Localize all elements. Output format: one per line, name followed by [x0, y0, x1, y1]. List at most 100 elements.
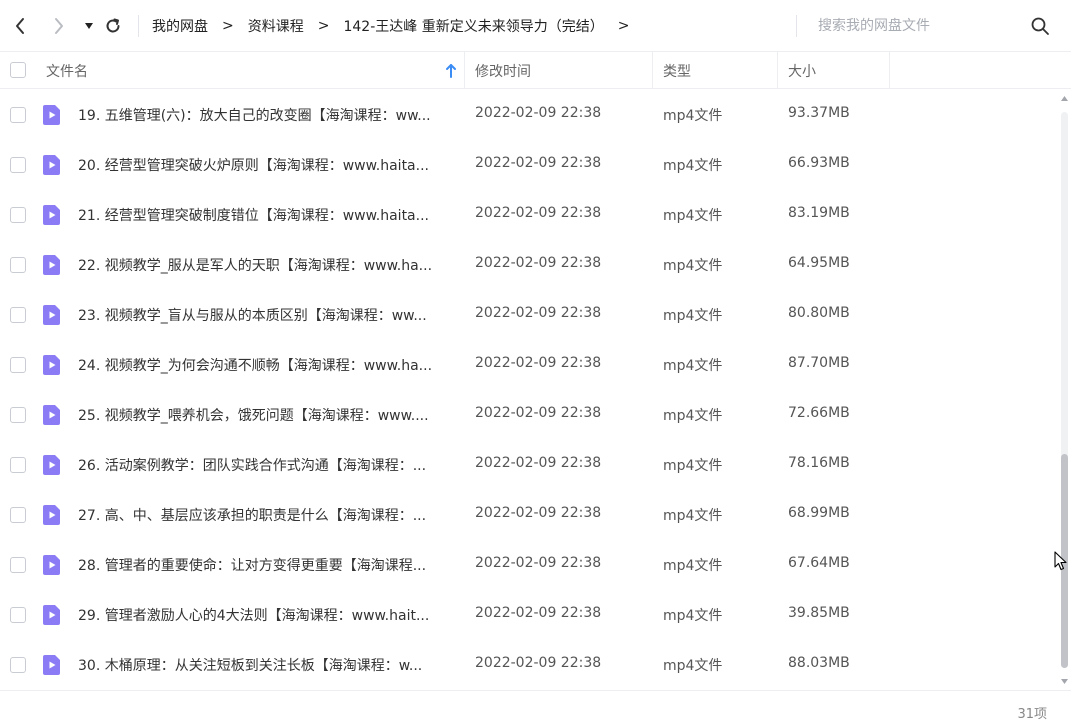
breadcrumb-item-current-folder[interactable]: 142-王达峰 重新定义未来领导力（完结） [343, 16, 603, 36]
header-type-column[interactable]: 类型 [653, 52, 778, 89]
file-modified-time: 2022-02-09 22:38 [475, 205, 602, 221]
file-modified-time: 2022-02-09 22:38 [475, 105, 602, 121]
file-row[interactable]: 24. 视频教学_为何会沟通不顺畅【海淘课程：www.ha... 2022-02-… [0, 340, 1058, 390]
file-modified-time: 2022-02-09 22:38 [475, 605, 602, 621]
file-list: 19. 五维管理(六)：放大自己的改变圈【海淘课程：ww... 2022-02-0… [0, 90, 1058, 690]
file-type: mp4文件 [663, 358, 723, 374]
header-name-column[interactable]: 文件名 [0, 52, 465, 89]
file-name[interactable]: 26. 活动案例教学：团队实践合作式沟通【海淘课程：... [78, 455, 454, 475]
sort-asc-icon[interactable] [445, 63, 457, 79]
file-name[interactable]: 20. 经营型管理突破火炉原则【海淘课程：www.haita... [78, 155, 454, 175]
video-file-icon [43, 405, 60, 425]
toolbar-divider [138, 15, 139, 37]
mouse-cursor-icon [1054, 551, 1067, 571]
scroll-down-arrow-icon[interactable] [1060, 678, 1069, 686]
refresh-button[interactable] [102, 14, 124, 38]
file-name[interactable]: 24. 视频教学_为何会沟通不顺畅【海淘课程：www.ha... [78, 355, 454, 375]
file-row[interactable]: 19. 五维管理(六)：放大自己的改变圈【海淘课程：ww... 2022-02-0… [0, 90, 1058, 140]
row-checkbox[interactable] [10, 657, 26, 673]
toolbar-divider [796, 15, 797, 37]
file-row[interactable]: 22. 视频教学_服从是军人的天职【海淘课程：www.ha... 2022-02-… [0, 240, 1058, 290]
video-file-icon [43, 455, 60, 475]
file-name[interactable]: 30. 木桶原理：从关注短板到关注长板【海淘课程：w... [78, 655, 454, 675]
file-size: 80.80MB [788, 305, 850, 321]
row-checkbox[interactable] [10, 357, 26, 373]
search-input[interactable] [818, 15, 1018, 37]
file-name[interactable]: 21. 经营型管理突破制度错位【海淘课程：www.haita... [78, 205, 454, 225]
file-row[interactable]: 30. 木桶原理：从关注短板到关注长板【海淘课程：w... 2022-02-09 … [0, 640, 1058, 690]
caret-down-icon [85, 23, 93, 29]
select-all-checkbox[interactable] [10, 62, 26, 78]
file-name[interactable]: 22. 视频教学_服从是军人的天职【海淘课程：www.ha... [78, 255, 454, 275]
video-file-icon [43, 505, 60, 525]
breadcrumb-separator: > [317, 18, 330, 34]
file-modified-time: 2022-02-09 22:38 [475, 455, 602, 471]
file-name[interactable]: 25. 视频教学_喂养机会，饿死问题【海淘课程：www.... [78, 405, 454, 425]
file-name[interactable]: 23. 视频教学_盲从与服从的本质区别【海淘课程：ww... [78, 305, 454, 325]
row-checkbox[interactable] [10, 457, 26, 473]
toolbar: 我的网盘 > 资料课程 > 142-王达峰 重新定义未来领导力（完结） > [0, 0, 1071, 52]
file-type: mp4文件 [663, 108, 723, 124]
header-size-column[interactable]: 大小 [778, 52, 890, 89]
scroll-up-arrow-icon[interactable] [1060, 94, 1069, 102]
video-file-icon [43, 355, 60, 375]
row-checkbox[interactable] [10, 207, 26, 223]
row-checkbox[interactable] [10, 257, 26, 273]
row-checkbox[interactable] [10, 607, 26, 623]
breadcrumb-more-button[interactable]: > [618, 18, 630, 34]
forward-button[interactable] [48, 14, 70, 38]
file-row[interactable]: 21. 经营型管理突破制度错位【海淘课程：www.haita... 2022-02… [0, 190, 1058, 240]
file-name[interactable]: 27. 高、中、基层应该承担的职责是什么【海淘课程：... [78, 505, 454, 525]
file-size: 66.93MB [788, 155, 850, 171]
file-row[interactable]: 28. 管理者的重要使命：让对方变得更重要【海淘课程... 2022-02-09 … [0, 540, 1058, 590]
item-count: 31项 [1017, 707, 1047, 722]
file-row[interactable]: 25. 视频教学_喂养机会，饿死问题【海淘课程：www.... 2022-02-0… [0, 390, 1058, 440]
breadcrumb-item-my-drive[interactable]: 我的网盘 [152, 16, 208, 36]
file-type: mp4文件 [663, 158, 723, 174]
chevron-left-icon [16, 18, 24, 34]
file-row[interactable]: 27. 高、中、基层应该承担的职责是什么【海淘课程：... 2022-02-09 … [0, 490, 1058, 540]
file-type: mp4文件 [663, 258, 723, 274]
row-checkbox[interactable] [10, 107, 26, 123]
header-modified-label: 修改时间 [475, 63, 531, 80]
file-name[interactable]: 19. 五维管理(六)：放大自己的改变圈【海淘课程：ww... [78, 105, 454, 125]
file-row[interactable]: 20. 经营型管理突破火炉原则【海淘课程：www.haita... 2022-02… [0, 140, 1058, 190]
header-type-label: 类型 [663, 63, 691, 80]
history-dropdown-button[interactable] [78, 14, 100, 38]
row-checkbox[interactable] [10, 307, 26, 323]
search-icon[interactable] [1030, 16, 1050, 36]
row-checkbox[interactable] [10, 557, 26, 573]
breadcrumb-item-courses[interactable]: 资料课程 [248, 16, 304, 36]
vertical-scrollbar[interactable] [1058, 90, 1071, 690]
breadcrumb: 我的网盘 > 资料课程 > 142-王达峰 重新定义未来领导力（完结） > [152, 0, 643, 52]
back-button[interactable] [9, 14, 31, 38]
search-box [818, 0, 1071, 52]
file-modified-time: 2022-02-09 22:38 [475, 305, 602, 321]
header-size-label: 大小 [788, 63, 816, 80]
row-checkbox[interactable] [10, 507, 26, 523]
file-modified-time: 2022-02-09 22:38 [475, 555, 602, 571]
file-row[interactable]: 23. 视频教学_盲从与服从的本质区别【海淘课程：ww... 2022-02-09… [0, 290, 1058, 340]
file-modified-time: 2022-02-09 22:38 [475, 655, 602, 671]
video-file-icon [43, 305, 60, 325]
header-modified-column[interactable]: 修改时间 [465, 52, 653, 89]
video-file-icon [43, 655, 60, 675]
file-modified-time: 2022-02-09 22:38 [475, 155, 602, 171]
video-file-icon [43, 155, 60, 175]
video-file-icon [43, 105, 60, 125]
file-size: 64.95MB [788, 255, 850, 271]
file-type: mp4文件 [663, 408, 723, 424]
file-name[interactable]: 29. 管理者激励人心的4大法则【海淘课程：www.hait... [78, 605, 454, 625]
file-size: 83.19MB [788, 205, 850, 221]
file-row[interactable]: 29. 管理者激励人心的4大法则【海淘课程：www.hait... 2022-02… [0, 590, 1058, 640]
file-size: 72.66MB [788, 405, 850, 421]
file-row[interactable]: 26. 活动案例教学：团队实践合作式沟通【海淘课程：... 2022-02-09 … [0, 440, 1058, 490]
file-size: 87.70MB [788, 355, 850, 371]
file-name[interactable]: 28. 管理者的重要使命：让对方变得更重要【海淘课程... [78, 555, 454, 575]
file-size: 68.99MB [788, 505, 850, 521]
file-type: mp4文件 [663, 508, 723, 524]
file-type: mp4文件 [663, 558, 723, 574]
row-checkbox[interactable] [10, 407, 26, 423]
chevron-right-icon [55, 18, 63, 34]
row-checkbox[interactable] [10, 157, 26, 173]
